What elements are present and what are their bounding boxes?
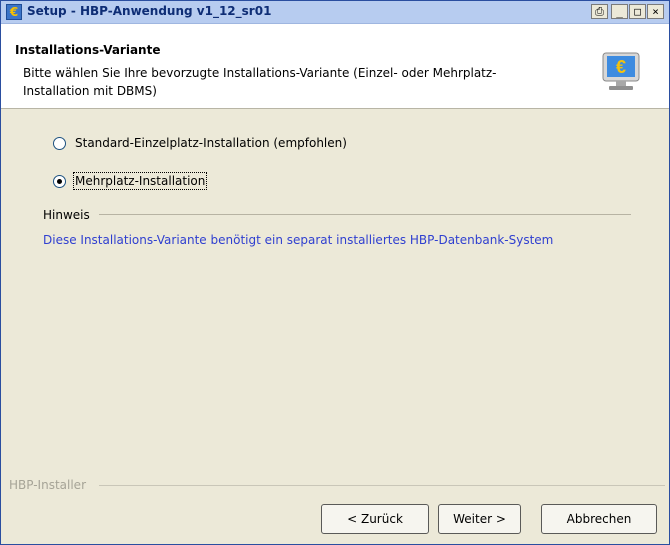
hint-divider xyxy=(99,214,631,215)
hint-text: Diese Installations-Variante benötigt ei… xyxy=(43,233,554,247)
option-standard-installation[interactable]: Standard-Einzelplatz-Installation (empfo… xyxy=(53,134,347,152)
print-icon[interactable]: ⎙ xyxy=(591,4,608,19)
euro-monitor-icon: € xyxy=(602,52,640,90)
svg-text:€: € xyxy=(616,57,626,77)
maximize-button[interactable]: □ xyxy=(629,4,646,19)
page-title: Installations-Variante xyxy=(15,43,161,57)
wizard-header: Installations-Variante Bitte wählen Sie … xyxy=(1,24,669,109)
cancel-button[interactable]: Abbrechen xyxy=(541,504,657,534)
footer-divider xyxy=(99,485,665,486)
option-multiuser-label[interactable]: Mehrplatz-Installation xyxy=(72,172,208,190)
radio-multiuser[interactable] xyxy=(53,174,66,188)
back-button[interactable]: < Zurück xyxy=(321,504,429,534)
option-multiuser-installation[interactable]: Mehrplatz-Installation xyxy=(53,172,208,190)
installer-label: HBP-Installer xyxy=(9,478,86,492)
option-standard-label[interactable]: Standard-Einzelplatz-Installation (empfo… xyxy=(75,136,347,150)
close-button[interactable]: × xyxy=(647,4,664,19)
hint-heading: Hinweis xyxy=(43,208,90,222)
next-button[interactable]: Weiter > xyxy=(438,504,521,534)
minimize-button[interactable]: _ xyxy=(611,4,628,19)
title-bar[interactable]: € Setup - HBP-Anwendung v1_12_sr01 ⎙ _ □… xyxy=(1,1,669,24)
window-title: Setup - HBP-Anwendung v1_12_sr01 xyxy=(27,4,272,18)
page-description: Bitte wählen Sie Ihre bevorzugte Install… xyxy=(23,66,497,98)
setup-app-icon: € xyxy=(6,4,22,20)
radio-standard[interactable] xyxy=(53,136,66,150)
setup-window: € Setup - HBP-Anwendung v1_12_sr01 ⎙ _ □… xyxy=(0,0,670,545)
